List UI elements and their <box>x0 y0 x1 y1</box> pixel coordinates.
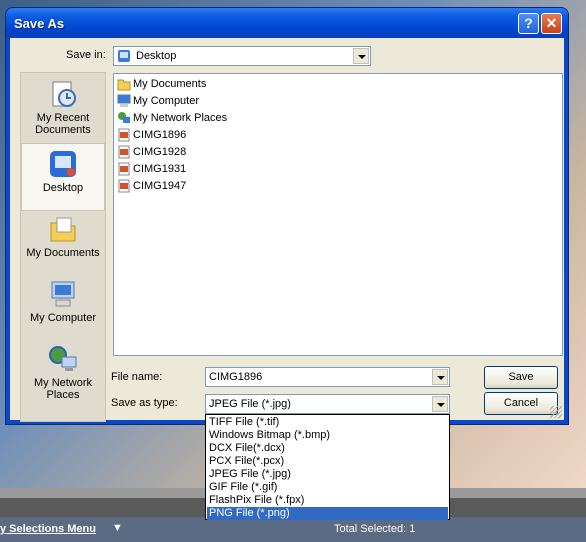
image-file-icon <box>118 179 130 193</box>
save-in-value: Desktop <box>136 50 177 62</box>
file-name-value: CIMG1896 <box>209 371 263 383</box>
list-item[interactable]: My Documents <box>117 77 206 94</box>
place-label: My Network Places <box>33 377 93 401</box>
type-option[interactable]: Windows Bitmap (*.bmp) <box>207 429 448 442</box>
recent-documents-icon <box>52 81 76 107</box>
title-bar[interactable]: Save As ? ✕ <box>6 8 568 38</box>
image-file-icon <box>118 162 130 176</box>
save-in-combo[interactable]: Desktop <box>113 46 371 66</box>
type-option[interactable]: TIFF File (*.tif) <box>207 416 448 429</box>
total-selected-text: Total Selected: 1 <box>334 523 416 535</box>
type-option[interactable]: FlashPix File (*.fpx) <box>207 494 448 507</box>
help-button[interactable]: ? <box>518 13 539 34</box>
file-list[interactable]: My Documents My Computer My Network Plac… <box>113 73 563 356</box>
resize-grip[interactable] <box>550 406 562 418</box>
save-in-label: Save in: <box>66 49 106 61</box>
list-item[interactable]: My Computer <box>117 94 199 111</box>
list-item[interactable]: CIMG1931 <box>117 162 186 179</box>
my-computer-icon <box>51 281 75 307</box>
list-item[interactable]: My Network Places <box>117 111 227 128</box>
file-name-field[interactable]: CIMG1896 <box>205 367 450 387</box>
place-label: My Recent Documents <box>35 112 91 136</box>
chevron-down-icon[interactable] <box>353 48 369 64</box>
place-label: My Computer <box>29 312 97 324</box>
save-as-type-select[interactable]: JPEG File (*.jpg) <box>205 394 450 414</box>
save-as-type-label: Save as type: <box>111 397 178 409</box>
place-recent-documents[interactable]: My Recent Documents <box>21 78 105 136</box>
type-option[interactable]: PCX File(*.pcx) <box>207 455 448 468</box>
places-bar: My Recent Documents Desktop My Documents… <box>20 72 106 422</box>
dialog-client: Save in: Desktop ← 📁 ✱ ▦▾ My Recent Docu… <box>10 38 564 422</box>
file-name-label: File name: <box>111 371 163 383</box>
place-my-documents[interactable]: My Documents <box>21 213 105 259</box>
type-option[interactable]: DCX File(*.dcx) <box>207 442 448 455</box>
dialog-title: Save As <box>14 16 65 31</box>
save-as-dialog: Save As ? ✕ Save in: Desktop ← 📁 ✱ ▦▾ My… <box>6 8 568 424</box>
place-label: Desktop <box>42 182 84 194</box>
image-file-icon <box>118 145 130 159</box>
list-item[interactable]: CIMG1947 <box>117 179 186 196</box>
list-item[interactable]: CIMG1896 <box>117 128 186 145</box>
network-places-icon <box>49 346 77 371</box>
selections-menu-arrow-icon[interactable]: ▼ <box>112 522 123 534</box>
my-documents-icon <box>50 217 76 242</box>
place-my-computer[interactable]: My Computer <box>21 278 105 324</box>
image-file-icon <box>118 128 130 142</box>
save-as-type-dropdown: TIFF File (*.tif) Windows Bitmap (*.bmp)… <box>205 414 450 520</box>
type-option[interactable]: GIF File (*.gif) <box>207 481 448 494</box>
folder-icon <box>117 79 131 91</box>
save-button[interactable]: Save <box>484 366 558 389</box>
selections-menu-link[interactable]: y Selections Menu <box>0 523 96 535</box>
desktop-small-icon <box>118 50 130 62</box>
selections-bar: y Selections Menu ▼ Total Selected: 1 <box>0 517 586 542</box>
list-item[interactable]: CIMG1928 <box>117 145 186 162</box>
chevron-down-icon[interactable] <box>432 396 448 412</box>
close-button[interactable]: ✕ <box>541 13 562 34</box>
save-as-type-value: JPEG File (*.jpg) <box>209 398 291 410</box>
desktop-icon <box>50 151 76 177</box>
place-desktop[interactable]: Desktop <box>21 143 105 211</box>
type-option-selected[interactable]: PNG File (*.png) <box>207 507 448 520</box>
place-label: My Documents <box>26 247 100 259</box>
computer-icon <box>117 94 131 107</box>
place-network-places[interactable]: My Network Places <box>21 343 105 401</box>
type-option[interactable]: JPEG File (*.jpg) <box>207 468 448 481</box>
chevron-down-icon[interactable] <box>432 369 448 385</box>
cancel-button[interactable]: Cancel <box>484 392 558 415</box>
network-icon <box>118 112 130 123</box>
